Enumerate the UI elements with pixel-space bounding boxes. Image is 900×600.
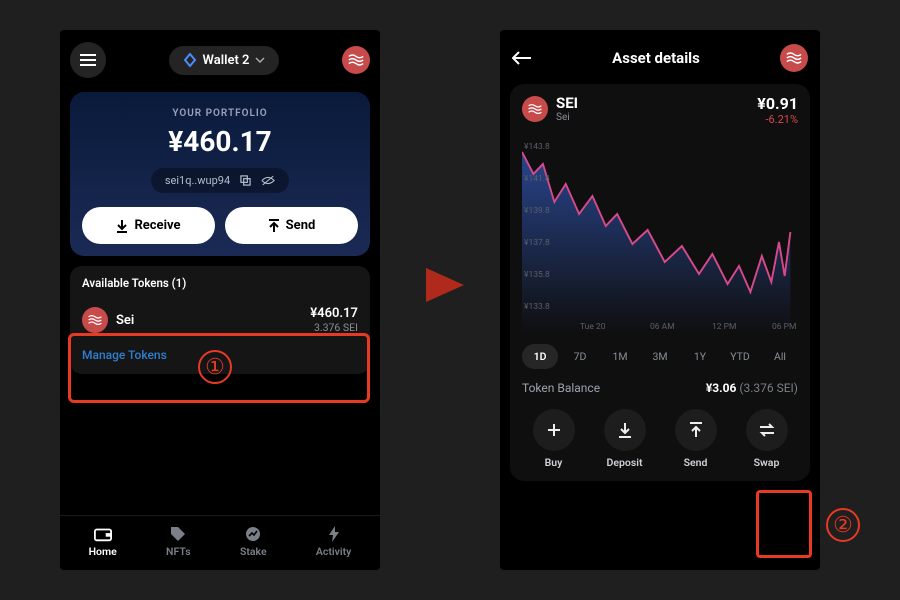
ytick: ¥135.8 — [524, 270, 550, 280]
ytick: ¥139.8 — [524, 206, 550, 216]
balance-label: Token Balance — [522, 381, 600, 395]
page-title: Asset details — [612, 49, 700, 67]
nav-activity-label: Activity — [316, 545, 351, 558]
sei-token-icon — [82, 307, 108, 333]
deposit-label: Deposit — [593, 456, 656, 469]
send-label: Send — [286, 218, 316, 233]
upload-icon — [268, 219, 280, 233]
wallet-name: Wallet 2 — [203, 53, 250, 68]
xtick: 12 PM — [712, 322, 736, 332]
asset-pct-change: -6.21% — [757, 113, 798, 126]
asset-ticker: SEI — [556, 94, 578, 112]
copy-icon[interactable] — [240, 175, 251, 186]
nav-nfts[interactable]: NFTs — [166, 526, 191, 558]
plus-icon — [546, 422, 562, 438]
range-ytd[interactable]: YTD — [722, 344, 758, 369]
range-all[interactable]: All — [762, 344, 798, 369]
token-name: Sei — [116, 313, 134, 328]
portfolio-card: YOUR PORTFOLIO ¥460.17 sei1q..wup94 Rece… — [70, 92, 370, 256]
deposit-button[interactable]: Deposit — [593, 409, 656, 469]
wallet-icon — [94, 526, 112, 542]
tag-icon — [170, 526, 186, 542]
download-icon — [116, 219, 128, 233]
wallet-selector[interactable]: Wallet 2 — [169, 46, 280, 75]
balance-row: Token Balance ¥3.06 (3.376 SEI) — [522, 381, 798, 395]
token-value: ¥460.17 — [310, 306, 358, 321]
action-row: Buy Deposit Send — [522, 409, 798, 469]
price-chart[interactable]: ¥143.8 ¥141.8 ¥139.8 ¥137.8 ¥135.8 ¥133.… — [522, 134, 798, 334]
swap-button[interactable]: Swap — [735, 409, 798, 469]
topbar: Asset details — [500, 30, 820, 80]
swap-label: Swap — [735, 456, 798, 469]
bottom-nav: Home NFTs Stake Activity — [60, 515, 380, 570]
asset-ticker-sub: Sei — [556, 112, 578, 123]
eye-off-icon[interactable] — [261, 175, 275, 186]
lightning-icon — [328, 526, 340, 542]
range-1m[interactable]: 1M — [602, 344, 638, 369]
download-icon — [618, 422, 632, 438]
swap-icon — [758, 423, 776, 437]
asset-details-screen: Asset details SEI Sei ¥0.91 -6.21% ¥ — [500, 30, 820, 570]
xtick: Tue 20 — [580, 322, 606, 332]
token-row-sei[interactable]: Sei ¥460.17 3.376 SEI — [82, 300, 358, 344]
nav-stake-label: Stake — [240, 545, 267, 558]
send-label: Send — [664, 456, 727, 469]
tokens-card: Available Tokens (1) Sei ¥460.17 3.376 S… — [70, 266, 370, 374]
diamond-icon — [183, 53, 197, 67]
asset-card: SEI Sei ¥0.91 -6.21% ¥143.8 ¥141.8 ¥139.… — [510, 84, 810, 481]
arrow-icon — [420, 260, 470, 310]
upload-icon — [689, 422, 703, 438]
receive-button[interactable]: Receive — [82, 207, 215, 244]
annotation-number-2: ② — [826, 508, 860, 542]
send-button[interactable]: Send — [664, 409, 727, 469]
wallet-home-screen: Wallet 2 YOUR PORTFOLIO ¥460.17 sei1q..w… — [60, 30, 380, 570]
range-1y[interactable]: 1Y — [682, 344, 718, 369]
xtick: 06 AM — [650, 322, 675, 332]
tokens-title: Available Tokens (1) — [82, 276, 358, 290]
sei-logo-icon[interactable] — [342, 46, 370, 74]
receive-label: Receive — [134, 218, 180, 233]
token-amount: 3.376 SEI — [310, 321, 358, 334]
range-7d[interactable]: 7D — [562, 344, 598, 369]
sei-token-icon — [522, 96, 548, 122]
portfolio-label: YOUR PORTFOLIO — [82, 108, 358, 119]
xtick: 06 PM — [772, 322, 796, 332]
sei-wave-icon — [347, 51, 365, 69]
menu-button[interactable] — [70, 42, 106, 78]
address-chip[interactable]: sei1q..wup94 — [151, 168, 289, 193]
arrow-left-icon — [512, 51, 532, 65]
range-tabs: 1D 7D 1M 3M 1Y YTD All — [522, 344, 798, 369]
portfolio-amount: ¥460.17 — [82, 125, 358, 158]
buy-button[interactable]: Buy — [522, 409, 585, 469]
nav-stake[interactable]: Stake — [240, 526, 267, 558]
send-button[interactable]: Send — [225, 207, 358, 244]
ytick: ¥141.8 — [524, 174, 550, 184]
chart-svg — [522, 134, 798, 334]
back-button[interactable] — [512, 51, 532, 65]
action-buttons: Receive Send — [82, 207, 358, 244]
ytick: ¥133.8 — [524, 302, 550, 312]
range-1d[interactable]: 1D — [522, 344, 558, 369]
nav-activity[interactable]: Activity — [316, 526, 351, 558]
range-3m[interactable]: 3M — [642, 344, 678, 369]
address-text: sei1q..wup94 — [165, 174, 230, 187]
manage-tokens-link[interactable]: Manage Tokens — [82, 348, 358, 362]
buy-label: Buy — [522, 456, 585, 469]
token-row-left: Sei — [82, 307, 134, 333]
chevron-down-icon — [255, 57, 265, 63]
ytick: ¥143.8 — [524, 142, 550, 152]
chart-up-icon — [245, 526, 261, 542]
sei-logo-icon[interactable] — [780, 44, 808, 72]
hamburger-icon — [80, 54, 96, 66]
topbar: Wallet 2 — [60, 30, 380, 86]
balance-value: ¥3.06 — [706, 381, 737, 395]
asset-price: ¥0.91 — [757, 94, 798, 113]
ytick: ¥137.8 — [524, 238, 550, 248]
asset-header: SEI Sei ¥0.91 -6.21% — [522, 94, 798, 126]
token-row-right: ¥460.17 3.376 SEI — [310, 306, 358, 334]
nav-nfts-label: NFTs — [166, 545, 191, 558]
nav-home-label: Home — [89, 545, 117, 558]
balance-sub: (3.376 SEI) — [739, 381, 798, 395]
nav-home[interactable]: Home — [89, 526, 117, 558]
